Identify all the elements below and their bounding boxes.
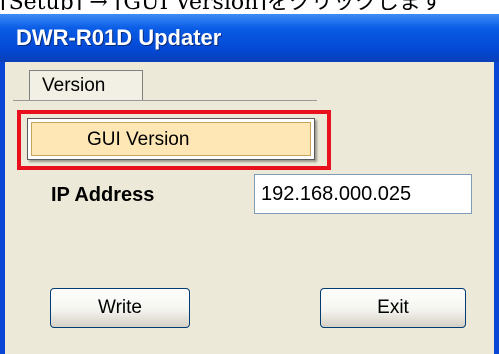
exit-button[interactable]: Exit: [320, 288, 466, 328]
menu-version[interactable]: Version: [29, 70, 143, 100]
updater-window: DWR-R01D Updater Version GUI Version IP …: [0, 14, 499, 354]
ip-address-input[interactable]: [254, 174, 472, 214]
annotation-highlight-box: [17, 110, 331, 170]
window-title: DWR-R01D Updater: [16, 25, 222, 50]
write-button[interactable]: Write: [50, 288, 190, 328]
menu-bar-separator: [13, 100, 317, 101]
menu-bar: Version: [5, 62, 494, 100]
document-caption-text: [Setup] → [GUI Version]をクリックします: [0, 0, 443, 10]
title-bar[interactable]: DWR-R01D Updater: [0, 14, 499, 62]
window-client-area: Version GUI Version IP Address Write Exi…: [5, 62, 494, 354]
document-caption-strip: [Setup] → [GUI Version]をクリックします: [0, 0, 499, 10]
ip-address-label: IP Address: [51, 184, 155, 206]
menu-version-label: Version: [42, 75, 106, 96]
